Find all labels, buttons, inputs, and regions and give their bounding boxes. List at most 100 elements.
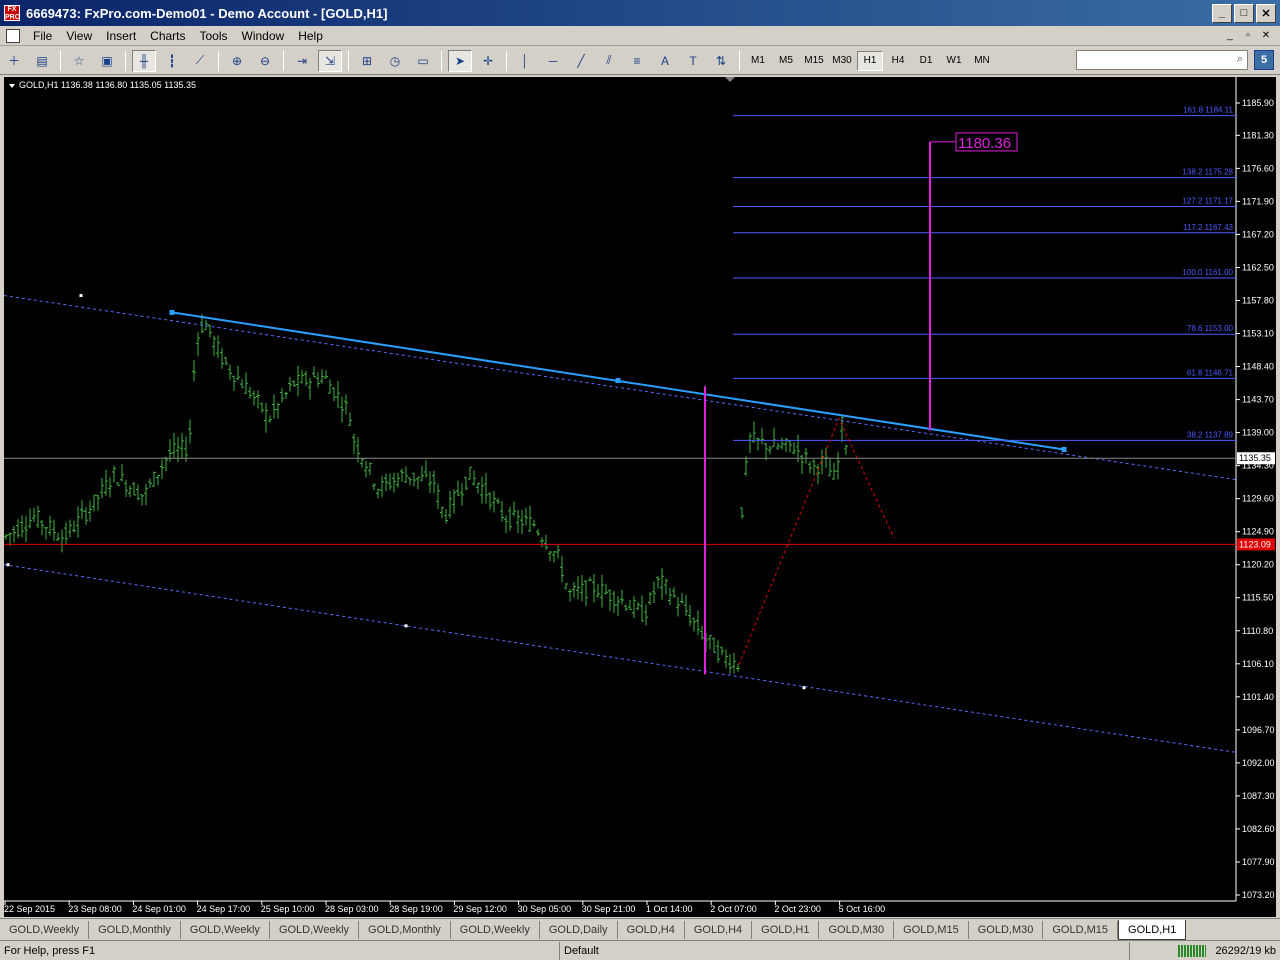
ohlc-bar xyxy=(744,456,748,476)
candlestick-icon[interactable]: ┇ xyxy=(160,50,184,72)
ohlc-bar xyxy=(188,419,192,444)
ohlc-bar xyxy=(712,637,716,653)
menu-tools[interactable]: Tools xyxy=(193,26,235,46)
fibo-level-label: 161.8 1184.11 xyxy=(1183,106,1234,115)
menu-charts[interactable]: Charts xyxy=(143,26,192,46)
search-input[interactable]: ⌕ xyxy=(1076,50,1248,70)
ohlc-bar xyxy=(236,365,240,381)
chart-tab[interactable]: GOLD,H4 xyxy=(618,920,685,939)
new-chart-icon[interactable]: ＋ xyxy=(2,50,26,72)
mdi-restore-button[interactable]: ▫ xyxy=(1240,29,1256,43)
ohlc-bar xyxy=(340,396,344,423)
market-watch-icon[interactable]: ☆ xyxy=(67,50,91,72)
ohlc-bar xyxy=(28,508,32,529)
chart-tab[interactable]: GOLD,M15 xyxy=(894,920,969,939)
time-tick-label: 2 Oct 23:00 xyxy=(774,904,821,914)
ohlc-bar xyxy=(136,484,140,500)
templates-icon[interactable]: ▭ xyxy=(411,50,435,72)
timeframe-d1[interactable]: D1 xyxy=(913,51,939,71)
ohlc-bar xyxy=(620,589,624,605)
chart-tab[interactable]: GOLD,M15 xyxy=(1043,920,1119,939)
chart-tab[interactable]: GOLD,Weekly xyxy=(0,920,90,939)
price-chart-svg[interactable]: 1185.90 1181.30 1176.60 1171.90 1167.20 1162.… xyxy=(4,77,1276,917)
zoom-out-icon[interactable]: ⊖ xyxy=(253,50,277,72)
vertical-line-icon[interactable]: │ xyxy=(513,50,537,72)
ohlc-bar xyxy=(348,412,352,427)
chart-tab[interactable]: GOLD,H4 xyxy=(685,920,753,939)
cursor-icon[interactable]: ➤ xyxy=(448,49,472,72)
mdi-minimize-button[interactable]: _ xyxy=(1222,29,1238,43)
timeframe-m1[interactable]: M1 xyxy=(745,51,771,71)
ohlc-bar xyxy=(836,451,840,480)
ohlc-bar xyxy=(180,432,184,459)
periods-icon[interactable]: ◷ xyxy=(383,50,407,72)
ohlc-bar xyxy=(120,464,124,482)
horizontal-line-icon[interactable]: ─ xyxy=(541,50,565,72)
time-tick-label: 23 Sep 08:00 xyxy=(68,904,122,914)
ohlc-bar xyxy=(52,519,56,541)
text-label-icon[interactable]: T xyxy=(681,50,705,72)
font-size-button[interactable]: 5 xyxy=(1254,50,1274,70)
equidistant-channel-icon[interactable]: ⫽ xyxy=(597,50,621,72)
chart-tab[interactable]: GOLD,Weekly xyxy=(451,920,540,939)
timeframe-m15[interactable]: M15 xyxy=(801,51,827,71)
price-tick-label: 1082.60 xyxy=(1242,824,1275,834)
chart-tab[interactable]: GOLD,M30 xyxy=(969,920,1044,939)
ohlc-bar xyxy=(516,509,520,534)
ohlc-bar xyxy=(196,332,200,357)
chart-tab-active[interactable]: GOLD,H1 xyxy=(1118,919,1187,940)
price-tick-label: 1106.10 xyxy=(1242,659,1274,669)
ohlc-bar xyxy=(624,604,628,612)
timeframe-m5[interactable]: M5 xyxy=(773,51,799,71)
ohlc-bar xyxy=(492,491,496,513)
ohlc-bar xyxy=(468,466,472,480)
profiles-icon[interactable]: ▤ xyxy=(30,50,54,72)
document-icon[interactable] xyxy=(6,28,20,43)
projection-zigzag xyxy=(738,417,895,665)
chart-tab[interactable]: GOLD,Daily xyxy=(540,920,618,939)
timeframe-m30[interactable]: M30 xyxy=(829,51,855,71)
fibonacci-icon[interactable]: ≡ xyxy=(625,50,649,72)
menu-insert[interactable]: Insert xyxy=(99,26,143,46)
trendline-anchor-point xyxy=(615,378,621,384)
ohlc-bar xyxy=(324,370,328,379)
chart-tab[interactable]: GOLD,Weekly xyxy=(181,920,270,939)
arrows-icon[interactable]: ⇅ xyxy=(709,50,733,72)
ohlc-bar xyxy=(500,501,504,522)
maximize-button[interactable]: □ xyxy=(1234,3,1254,23)
autoscroll-icon[interactable]: ⇲ xyxy=(318,49,342,72)
price-tick-label: 1157.80 xyxy=(1242,295,1274,305)
timeframe-w1[interactable]: W1 xyxy=(941,51,967,71)
ohlc-bar xyxy=(72,520,76,533)
menu-window[interactable]: Window xyxy=(235,26,292,46)
text-icon[interactable]: A xyxy=(653,50,677,72)
chart-tab[interactable]: GOLD,Weekly xyxy=(270,920,360,939)
zoom-in-icon[interactable]: ⊕ xyxy=(225,50,249,72)
line-chart-icon[interactable]: ⟋ xyxy=(188,50,212,72)
navigator-icon[interactable]: ▣ xyxy=(95,50,119,72)
ohlc-bar xyxy=(496,497,500,505)
chart-area[interactable]: 1185.90 1181.30 1176.60 1171.90 1167.20 1162.… xyxy=(4,77,1276,917)
menu-help[interactable]: Help xyxy=(291,26,330,46)
chart-tab[interactable]: GOLD,H1 xyxy=(752,920,820,939)
chart-tab[interactable]: GOLD,Monthly xyxy=(89,920,181,939)
close-button[interactable]: ✕ xyxy=(1256,3,1276,23)
price-tick-label: 1096.70 xyxy=(1242,725,1275,735)
trendline-icon[interactable]: ╱ xyxy=(569,50,593,72)
timeframe-h4[interactable]: H4 xyxy=(885,51,911,71)
indicators-icon[interactable]: ⊞ xyxy=(355,50,379,72)
menu-view[interactable]: View xyxy=(59,26,99,46)
timeframe-mn[interactable]: MN xyxy=(969,51,995,71)
search-icon[interactable]: ⌕ xyxy=(1237,53,1243,66)
chart-tab[interactable]: GOLD,Monthly xyxy=(359,920,451,939)
bar-chart-icon[interactable]: ╫ xyxy=(132,49,156,72)
chart-tab[interactable]: GOLD,M30 xyxy=(819,920,895,939)
crosshair-icon[interactable]: ✛ xyxy=(476,50,500,72)
ohlc-bar xyxy=(484,472,488,504)
mdi-close-button[interactable]: ✕ xyxy=(1258,29,1274,43)
chart-shift-icon[interactable]: ⇥ xyxy=(290,50,314,72)
ohlc-bar xyxy=(540,537,544,548)
timeframe-h1[interactable]: H1 xyxy=(857,50,883,71)
menu-file[interactable]: File xyxy=(26,26,59,46)
minimize-button[interactable]: _ xyxy=(1212,3,1232,23)
